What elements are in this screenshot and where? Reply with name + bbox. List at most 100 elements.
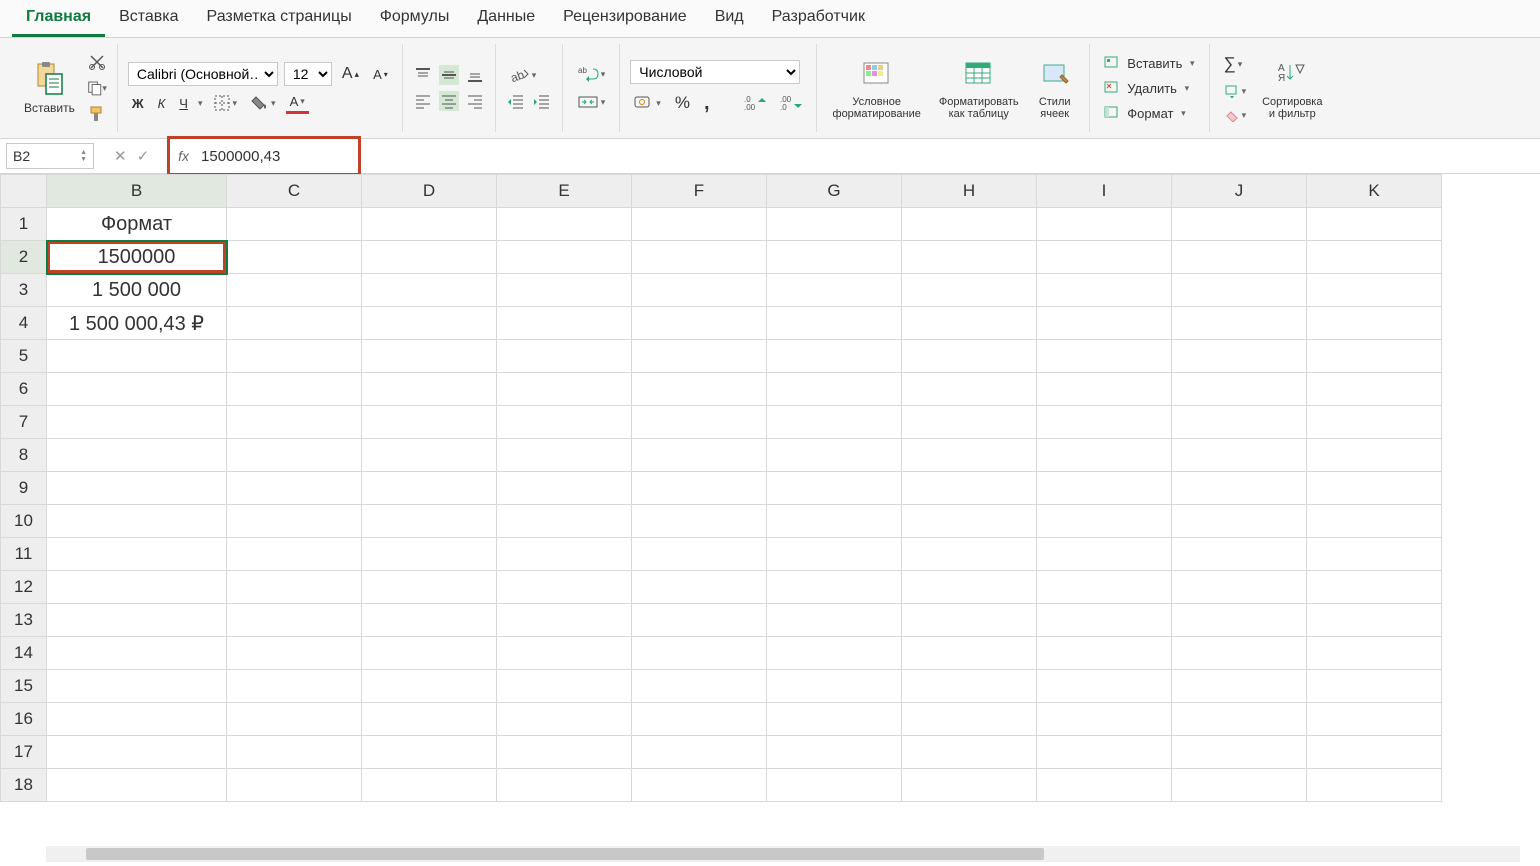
cell[interactable] bbox=[1037, 769, 1172, 802]
cell-B1[interactable]: Формат bbox=[47, 208, 227, 241]
cell[interactable] bbox=[902, 406, 1037, 439]
cell[interactable] bbox=[497, 274, 632, 307]
cell[interactable] bbox=[632, 505, 767, 538]
cell[interactable] bbox=[1307, 604, 1442, 637]
cell[interactable] bbox=[497, 472, 632, 505]
cell[interactable] bbox=[227, 769, 362, 802]
cell[interactable] bbox=[1307, 703, 1442, 736]
cell[interactable] bbox=[1037, 538, 1172, 571]
cell[interactable] bbox=[47, 604, 227, 637]
sort-filter-button[interactable]: АЯ Сортировка и фильтр bbox=[1256, 56, 1328, 120]
row-header-13[interactable]: 13 bbox=[1, 604, 47, 637]
cell[interactable] bbox=[632, 703, 767, 736]
cell[interactable] bbox=[227, 604, 362, 637]
cell[interactable] bbox=[1307, 472, 1442, 505]
cell[interactable] bbox=[227, 637, 362, 670]
cell-B4[interactable]: 1 500 000,43 ₽ bbox=[47, 307, 227, 340]
cell[interactable] bbox=[1172, 571, 1307, 604]
cell[interactable] bbox=[767, 670, 902, 703]
cell[interactable] bbox=[767, 505, 902, 538]
cell[interactable] bbox=[1037, 208, 1172, 241]
cell[interactable] bbox=[1172, 274, 1307, 307]
cell-styles-button[interactable]: Стили ячеек bbox=[1031, 56, 1079, 120]
cell[interactable] bbox=[497, 670, 632, 703]
cell[interactable] bbox=[902, 637, 1037, 670]
align-bottom-icon[interactable] bbox=[465, 65, 485, 85]
tab-formulas[interactable]: Формулы bbox=[366, 0, 464, 37]
cell[interactable] bbox=[767, 769, 902, 802]
cell[interactable] bbox=[902, 208, 1037, 241]
align-middle-icon[interactable] bbox=[439, 65, 459, 85]
cell[interactable] bbox=[362, 703, 497, 736]
col-header-G[interactable]: G bbox=[767, 175, 902, 208]
cell[interactable] bbox=[632, 670, 767, 703]
cell[interactable] bbox=[632, 373, 767, 406]
row-header-10[interactable]: 10 bbox=[1, 505, 47, 538]
cell[interactable] bbox=[1307, 208, 1442, 241]
cell[interactable] bbox=[362, 208, 497, 241]
format-cells-button[interactable]: Формат ▾ bbox=[1100, 104, 1199, 123]
cell[interactable] bbox=[227, 736, 362, 769]
formula-input[interactable]: 1500000,43 bbox=[197, 148, 284, 165]
cell[interactable] bbox=[362, 637, 497, 670]
font-name-select[interactable]: Calibri (Основной… bbox=[128, 62, 278, 86]
cell[interactable] bbox=[47, 505, 227, 538]
cell[interactable] bbox=[362, 373, 497, 406]
cell[interactable] bbox=[632, 571, 767, 604]
clear-button[interactable]: ▾ bbox=[1220, 106, 1251, 124]
cell[interactable] bbox=[497, 340, 632, 373]
cell[interactable] bbox=[1172, 604, 1307, 637]
cell[interactable] bbox=[1037, 604, 1172, 637]
cell[interactable] bbox=[1172, 769, 1307, 802]
row-header-4[interactable]: 4 bbox=[1, 307, 47, 340]
cell[interactable] bbox=[1172, 538, 1307, 571]
tab-pagelayout[interactable]: Разметка страницы bbox=[193, 0, 366, 37]
cell[interactable] bbox=[1037, 703, 1172, 736]
merge-button[interactable]: ▾ bbox=[573, 91, 610, 113]
cell[interactable] bbox=[1307, 538, 1442, 571]
cell[interactable] bbox=[902, 307, 1037, 340]
col-header-D[interactable]: D bbox=[362, 175, 497, 208]
cell[interactable] bbox=[767, 472, 902, 505]
bold-button[interactable]: Ж bbox=[128, 94, 148, 113]
cell[interactable] bbox=[362, 505, 497, 538]
row-header-2[interactable]: 2 bbox=[1, 241, 47, 274]
cell[interactable] bbox=[1307, 241, 1442, 274]
col-header-J[interactable]: J bbox=[1172, 175, 1307, 208]
tab-developer[interactable]: Разработчик bbox=[758, 0, 879, 37]
cell[interactable] bbox=[227, 373, 362, 406]
cell[interactable] bbox=[1307, 274, 1442, 307]
cell[interactable] bbox=[632, 736, 767, 769]
cell[interactable] bbox=[632, 472, 767, 505]
cell[interactable] bbox=[1172, 307, 1307, 340]
row-header-7[interactable]: 7 bbox=[1, 406, 47, 439]
cell[interactable] bbox=[902, 241, 1037, 274]
cell[interactable] bbox=[362, 439, 497, 472]
wrap-text-button[interactable]: ab▾ bbox=[573, 63, 610, 85]
cell[interactable] bbox=[1172, 406, 1307, 439]
cell[interactable] bbox=[902, 670, 1037, 703]
font-size-select[interactable]: 12 bbox=[284, 62, 332, 86]
cell[interactable] bbox=[1172, 637, 1307, 670]
cell[interactable] bbox=[47, 736, 227, 769]
row-header-17[interactable]: 17 bbox=[1, 736, 47, 769]
cell[interactable] bbox=[1037, 637, 1172, 670]
cell[interactable] bbox=[497, 241, 632, 274]
col-header-B[interactable]: B bbox=[47, 175, 227, 208]
cell[interactable] bbox=[632, 637, 767, 670]
cell[interactable] bbox=[902, 274, 1037, 307]
cancel-icon[interactable]: ✕ bbox=[114, 147, 127, 165]
cell[interactable] bbox=[1037, 505, 1172, 538]
align-center-icon[interactable] bbox=[439, 91, 459, 111]
cell[interactable] bbox=[902, 703, 1037, 736]
comma-button[interactable]: , bbox=[700, 90, 714, 117]
cell[interactable] bbox=[227, 241, 362, 274]
cell[interactable] bbox=[497, 373, 632, 406]
cell[interactable] bbox=[47, 637, 227, 670]
cell[interactable] bbox=[497, 604, 632, 637]
row-header-11[interactable]: 11 bbox=[1, 538, 47, 571]
cell[interactable] bbox=[632, 538, 767, 571]
cell[interactable] bbox=[362, 472, 497, 505]
cell[interactable] bbox=[1037, 307, 1172, 340]
cell[interactable] bbox=[1172, 505, 1307, 538]
